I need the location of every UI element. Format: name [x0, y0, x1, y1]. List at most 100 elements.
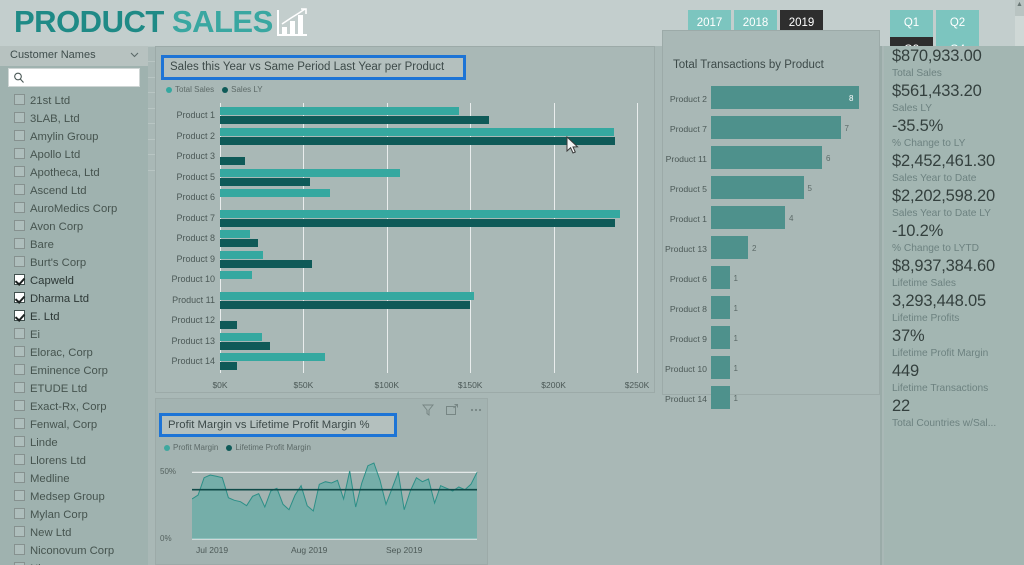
transactions-bar[interactable] [711, 386, 730, 409]
checkbox-icon[interactable] [14, 418, 25, 429]
sales-legend-entry[interactable]: Total Sales [166, 85, 214, 94]
focus-mode-icon[interactable] [445, 403, 458, 416]
kpi-card[interactable]: -35.5% % Change to LY [884, 116, 1024, 151]
sales-bar[interactable] [220, 353, 326, 362]
checkbox-icon[interactable] [14, 346, 25, 357]
customer-list-item[interactable]: Amylin Group [0, 127, 148, 145]
transactions-bar[interactable] [711, 296, 730, 319]
transactions-bar[interactable] [711, 266, 730, 289]
sales-bar[interactable] [220, 250, 264, 259]
checkbox-icon[interactable] [14, 454, 25, 465]
sales-bar[interactable] [220, 332, 262, 341]
checkbox-icon[interactable] [14, 220, 25, 231]
quarter-option-Q2[interactable]: Q2 [936, 10, 979, 37]
sales-bar[interactable] [220, 239, 259, 248]
customer-list-item[interactable]: Niconovum Corp [0, 541, 148, 559]
sales-bar[interactable] [220, 168, 401, 177]
profit-margin-toolbar[interactable] [415, 401, 483, 419]
customer-list-item[interactable]: E. Ltd [0, 307, 148, 325]
sales-bar[interactable] [220, 116, 489, 124]
transactions-bar[interactable] [711, 236, 748, 259]
customer-list[interactable]: 21st Ltd 3LAB, Ltd Amylin Group Apollo Ltd A… [0, 90, 148, 565]
checkbox-icon[interactable] [14, 112, 25, 123]
sales-bar[interactable] [220, 271, 252, 280]
checkbox-icon[interactable] [14, 130, 25, 141]
transactions-bar[interactable] [711, 326, 730, 349]
customer-list-item[interactable]: AuroMedics Corp [0, 199, 148, 217]
checkbox-icon[interactable] [14, 436, 25, 447]
customer-list-item[interactable]: Llorens Ltd [0, 451, 148, 469]
sales-bar[interactable] [220, 189, 331, 198]
customer-list-item[interactable]: Medline [0, 469, 148, 487]
checkbox-icon[interactable] [14, 472, 25, 483]
transactions-bar[interactable] [711, 116, 841, 139]
sales-bar[interactable] [220, 127, 614, 136]
customer-search-box[interactable] [8, 68, 140, 87]
sales-vs-ly-chart-card[interactable]: Sales this Year vs Same Period Last Year… [155, 46, 655, 393]
profit-margin-title-box[interactable]: Profit Margin vs Lifetime Profit Margin … [159, 413, 397, 437]
kpi-card[interactable]: $561,433.20 Sales LY [884, 81, 1024, 116]
checkbox-icon[interactable] [14, 292, 25, 303]
transactions-bar[interactable] [711, 356, 730, 379]
checkbox-icon[interactable] [14, 274, 25, 285]
checkbox-icon[interactable] [14, 328, 25, 339]
kpi-card[interactable]: $8,937,384.60 Lifetime Sales [884, 256, 1024, 291]
customer-list-item[interactable]: Mylan Corp [0, 505, 148, 523]
sales-bar[interactable] [220, 321, 237, 330]
checkbox-icon[interactable] [14, 94, 25, 105]
customer-list-item[interactable]: Elorac, Corp [0, 343, 148, 361]
checkbox-icon[interactable] [14, 364, 25, 375]
customer-list-item[interactable]: Exact-Rx, Corp [0, 397, 148, 415]
sales-bar[interactable] [220, 218, 616, 227]
kpi-card[interactable]: $870,933.00 Total Sales [884, 46, 1024, 81]
customer-slicer-header[interactable]: Customer Names [0, 46, 148, 66]
profit-legend-entry[interactable]: Lifetime Profit Margin [226, 443, 311, 452]
sales-bar[interactable] [220, 291, 474, 300]
quarter-option-Q1[interactable]: Q1 [890, 10, 933, 37]
transactions-bar[interactable] [711, 206, 785, 229]
transactions-bar[interactable] [711, 176, 804, 199]
sales-bar[interactable] [220, 362, 237, 371]
checkbox-icon[interactable] [14, 508, 25, 519]
customer-list-item[interactable]: Eminence Corp [0, 361, 148, 379]
sales-bar[interactable] [220, 177, 311, 186]
sales-bar[interactable] [220, 136, 616, 145]
kpi-card[interactable]: $2,452,461.30 Sales Year to Date [884, 151, 1024, 186]
checkbox-icon[interactable] [14, 382, 25, 393]
transactions-by-product-card[interactable]: Total Transactions by Product Product 2 8… [662, 30, 880, 409]
checkbox-icon[interactable] [14, 310, 25, 321]
checkbox-icon[interactable] [14, 148, 25, 159]
scroll-up-arrow-icon[interactable]: ▲ [1016, 1, 1023, 8]
customer-list-item[interactable]: Burt's Corp [0, 253, 148, 271]
transactions-bar[interactable] [711, 146, 822, 169]
chevron-down-icon[interactable] [130, 52, 139, 58]
profit-legend-entry[interactable]: Profit Margin [164, 443, 218, 452]
kpi-card[interactable]: 3,293,448.05 Lifetime Profits [884, 291, 1024, 326]
customer-list-item[interactable]: 21st Ltd [0, 91, 148, 109]
transactions-bar[interactable] [711, 86, 859, 109]
more-options-icon[interactable] [469, 404, 483, 416]
customer-list-item[interactable]: Fenwal, Corp [0, 415, 148, 433]
customer-list-item[interactable]: Capweld [0, 271, 148, 289]
customer-list-item[interactable]: Dharma Ltd [0, 289, 148, 307]
kpi-card[interactable]: 37% Lifetime Profit Margin [884, 326, 1024, 361]
checkbox-icon[interactable] [14, 400, 25, 411]
customer-list-item[interactable]: Apotheca, Ltd [0, 163, 148, 181]
sales-bar[interactable] [220, 259, 312, 268]
sales-legend-entry[interactable]: Sales LY [222, 85, 263, 94]
customer-list-item[interactable]: Avon Corp [0, 217, 148, 235]
sales-bar[interactable] [220, 341, 271, 350]
kpi-card[interactable]: $2,202,598.20 Sales Year to Date LY [884, 186, 1024, 221]
customer-list-item[interactable]: Ascend Ltd [0, 181, 148, 199]
customer-list-item[interactable]: Medsep Group [0, 487, 148, 505]
kpi-card[interactable]: 449 Lifetime Transactions [884, 361, 1024, 396]
checkbox-icon[interactable] [14, 490, 25, 501]
customer-list-item[interactable]: New Ltd [0, 523, 148, 541]
kpi-card[interactable]: 22 Total Countries w/Sal... [884, 396, 1024, 431]
checkbox-icon[interactable] [14, 544, 25, 555]
customer-list-item[interactable]: Ei [0, 325, 148, 343]
sales-bar[interactable] [220, 300, 471, 309]
filter-icon[interactable] [422, 404, 435, 416]
sales-bar[interactable] [220, 209, 621, 218]
customer-search-input[interactable] [29, 70, 129, 86]
